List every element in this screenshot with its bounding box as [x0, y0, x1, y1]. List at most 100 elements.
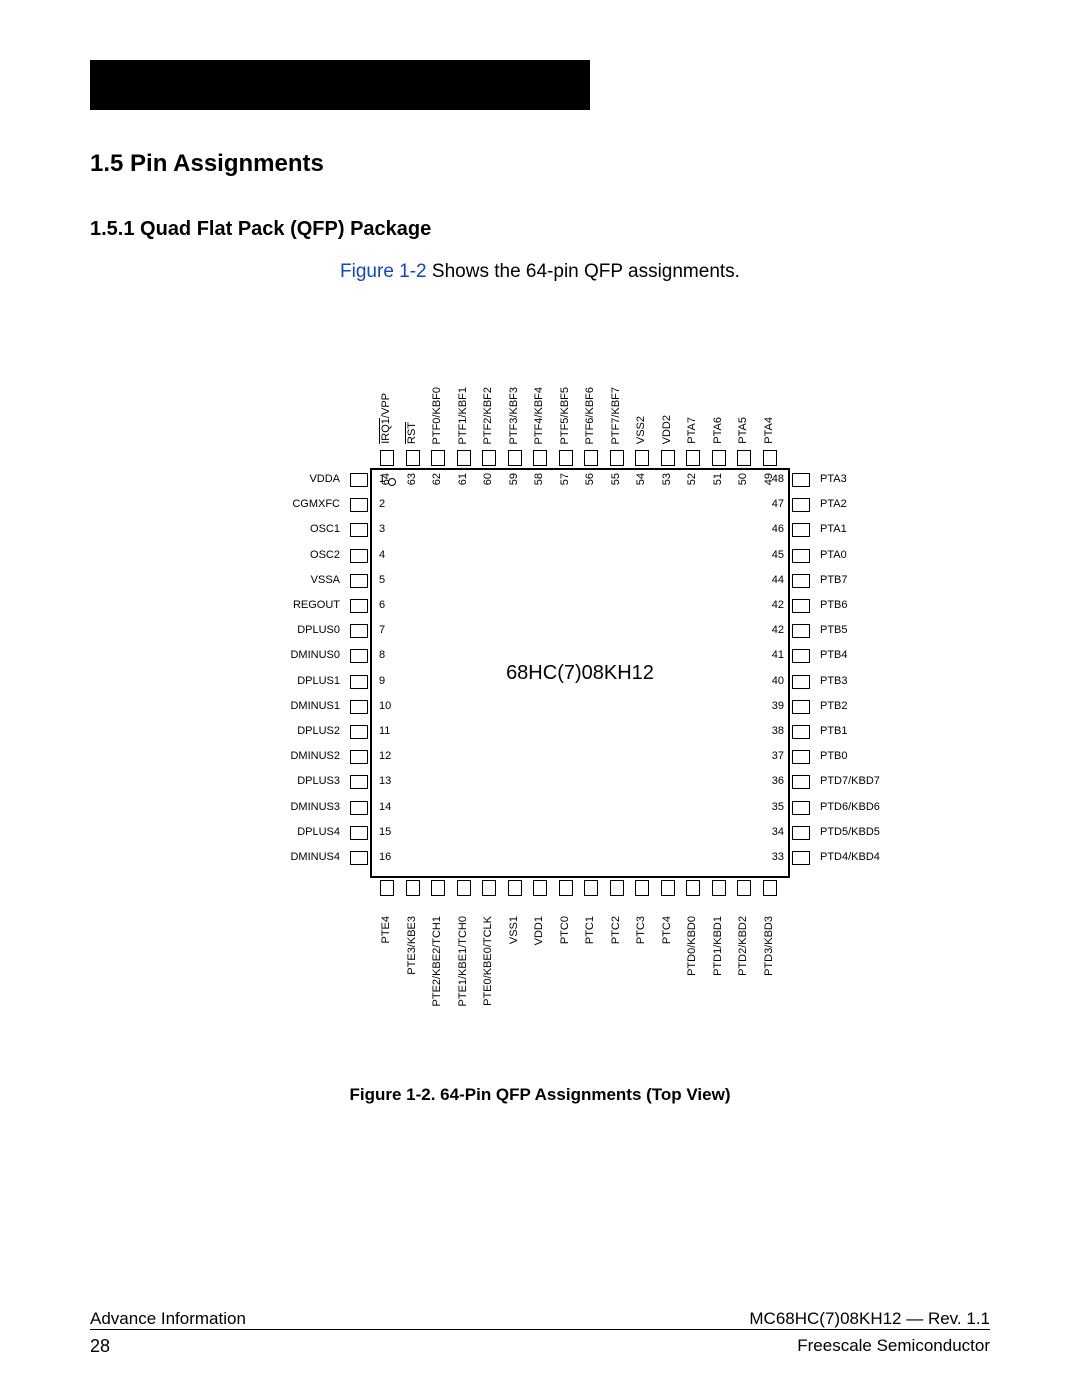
pin-label: PTB7 — [820, 574, 848, 586]
pin-label: DPLUS2 — [297, 725, 340, 737]
pin-pad — [635, 880, 649, 896]
pin-pad — [792, 549, 810, 563]
pin-number: 9 — [379, 675, 385, 687]
page: 1.5 Pin Assignments 1.5.1 Quad Flat Pack… — [0, 0, 1080, 1397]
pin-label: RST — [406, 422, 420, 444]
pin-pad — [792, 649, 810, 663]
pin-pad — [380, 450, 394, 466]
pin-pad — [350, 851, 368, 865]
pin-number: 40 — [772, 675, 784, 687]
footer-left-top: Advance Information — [90, 1309, 246, 1329]
pin-label: PTF7/KBF7 — [610, 387, 624, 444]
pin-number: 8 — [379, 649, 385, 661]
pin-label: PTF4/KBF4 — [533, 387, 547, 444]
footer-rule — [90, 1329, 990, 1330]
pin-label: PTF6/KBF6 — [584, 387, 598, 444]
pin-pad — [350, 775, 368, 789]
pin-number: 42 — [772, 599, 784, 611]
pin-label: PTC2 — [610, 916, 624, 944]
pin-label: PTE3/KBE3 — [406, 916, 420, 975]
pin-number: 46 — [772, 523, 784, 535]
pin-label: PTE0/KBE0/TCLK — [482, 916, 496, 1006]
pin-number: 55 — [610, 473, 624, 485]
pin-label: PTA4 — [763, 417, 777, 444]
chip-name-label: 68HC(7)08KH12 — [372, 470, 788, 876]
pin-pad — [792, 599, 810, 613]
pin-pad — [792, 826, 810, 840]
pin-label: PTE4 — [380, 916, 394, 944]
pin-pad — [350, 599, 368, 613]
pin-pad — [737, 450, 751, 466]
pin-label: OSC2 — [310, 549, 340, 561]
pin-pad — [533, 880, 547, 896]
pin-label: PTA0 — [820, 549, 847, 561]
pin-label: PTA7 — [686, 417, 700, 444]
pin-label: PTC0 — [559, 916, 573, 944]
pin-label: PTE1/KBE1/TCH0 — [457, 916, 471, 1006]
pinout-diagram: 68HC(7)08KH12 VDDA1CGMXFC2OSC13OSC24VSSA… — [180, 313, 900, 1083]
pin-pad — [406, 880, 420, 896]
pin-pad — [482, 880, 496, 896]
pin-label: PTF2/KBF2 — [482, 387, 496, 444]
pin-number: 11 — [379, 725, 390, 737]
pin-number: 37 — [772, 750, 784, 762]
pin-number: 39 — [772, 700, 784, 712]
pin-number: 15 — [379, 826, 391, 838]
pin-pad — [431, 450, 445, 466]
pin-number: 45 — [772, 549, 784, 561]
pin-pad — [584, 450, 598, 466]
pin-pad — [350, 498, 368, 512]
figure-intro: Figure 1-2 Shows the 64-pin QFP assignme… — [90, 261, 990, 283]
pin-number: 34 — [772, 826, 784, 838]
pin-number: 16 — [379, 851, 391, 863]
pin-label: VSS1 — [508, 916, 522, 944]
pin-number: 14 — [379, 801, 391, 813]
pin-pad — [559, 450, 573, 466]
pin-pad — [610, 450, 624, 466]
pin-label: VSSA — [311, 574, 340, 586]
pin-pad — [350, 649, 368, 663]
pin-number: 3 — [379, 523, 385, 535]
pin-pad — [792, 750, 810, 764]
pin-label: PTB5 — [820, 624, 848, 636]
pin-pad — [350, 574, 368, 588]
pin-pad — [350, 624, 368, 638]
header-redaction-bar — [90, 60, 590, 110]
pin-pad — [482, 450, 496, 466]
pin-number: 58 — [533, 473, 547, 485]
section-heading: 1.5 Pin Assignments — [90, 150, 990, 178]
pin-pad — [686, 450, 700, 466]
figure-intro-text: Shows the 64-pin QFP assignments. — [427, 261, 740, 282]
pin-label: PTD5/KBD5 — [820, 826, 880, 838]
pin-number: 64 — [380, 473, 394, 485]
pin-pad — [380, 880, 394, 896]
pin-pad — [661, 880, 675, 896]
pin-label: DPLUS0 — [297, 624, 340, 636]
pin-pad — [792, 498, 810, 512]
pin-label: VDDA — [309, 473, 340, 485]
pin-label: PTD1/KBD1 — [712, 916, 726, 976]
pin-label: DMINUS3 — [290, 801, 340, 813]
pin-label: PTB6 — [820, 599, 848, 611]
pin-number: 47 — [772, 498, 784, 510]
pin-pad — [792, 725, 810, 739]
pin-number: 62 — [431, 473, 445, 485]
pin-label: PTF0/KBF0 — [431, 387, 445, 444]
pin-pad — [792, 574, 810, 588]
figure-reference-link[interactable]: Figure 1-2 — [340, 261, 427, 282]
pin-label: PTF5/KBF5 — [559, 387, 573, 444]
pin-label: PTA6 — [712, 417, 726, 444]
pin-number: 13 — [379, 775, 391, 787]
pin-number: 59 — [508, 473, 522, 485]
pin-label: DMINUS2 — [290, 750, 340, 762]
pin-number: 51 — [712, 473, 726, 485]
pin-pad — [350, 826, 368, 840]
pin-pad — [792, 675, 810, 689]
pin-label: PTA1 — [820, 523, 847, 535]
pin-label: CGMXFC — [292, 498, 340, 510]
pin-pad — [686, 880, 700, 896]
pin-number: 41 — [772, 649, 784, 661]
pin-number: 50 — [737, 473, 751, 485]
pin-number: 63 — [406, 473, 420, 485]
pin-number: 52 — [686, 473, 700, 485]
